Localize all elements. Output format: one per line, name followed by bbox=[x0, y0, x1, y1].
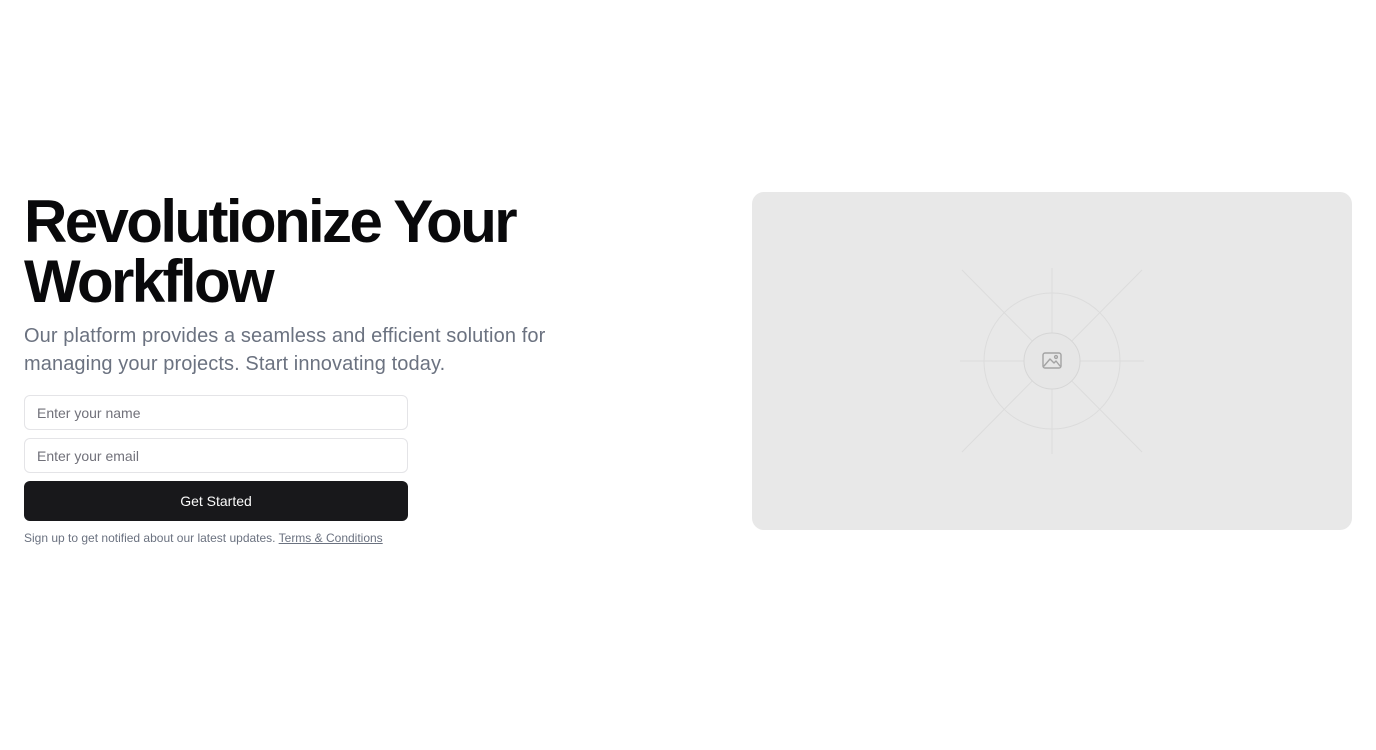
name-input[interactable] bbox=[24, 395, 408, 430]
hero-image-placeholder bbox=[752, 192, 1352, 530]
terms-link[interactable]: Terms & Conditions bbox=[279, 531, 383, 545]
hero-section: Revolutionize Your Workflow Our platform… bbox=[0, 0, 1376, 750]
get-started-button[interactable]: Get Started bbox=[24, 481, 408, 521]
placeholder-graphic bbox=[960, 268, 1144, 454]
hero-content: Revolutionize Your Workflow Our platform… bbox=[24, 192, 624, 546]
hero-title: Revolutionize Your Workflow bbox=[24, 188, 518, 315]
signup-note: Sign up to get notified about our latest… bbox=[24, 530, 408, 546]
signup-form: Get Started Sign up to get notified abou… bbox=[24, 395, 408, 546]
hero-subtitle: Our platform provides a seamless and eff… bbox=[24, 325, 546, 375]
email-input[interactable] bbox=[24, 438, 408, 473]
signup-note-text: Sign up to get notified about our latest… bbox=[24, 531, 276, 545]
